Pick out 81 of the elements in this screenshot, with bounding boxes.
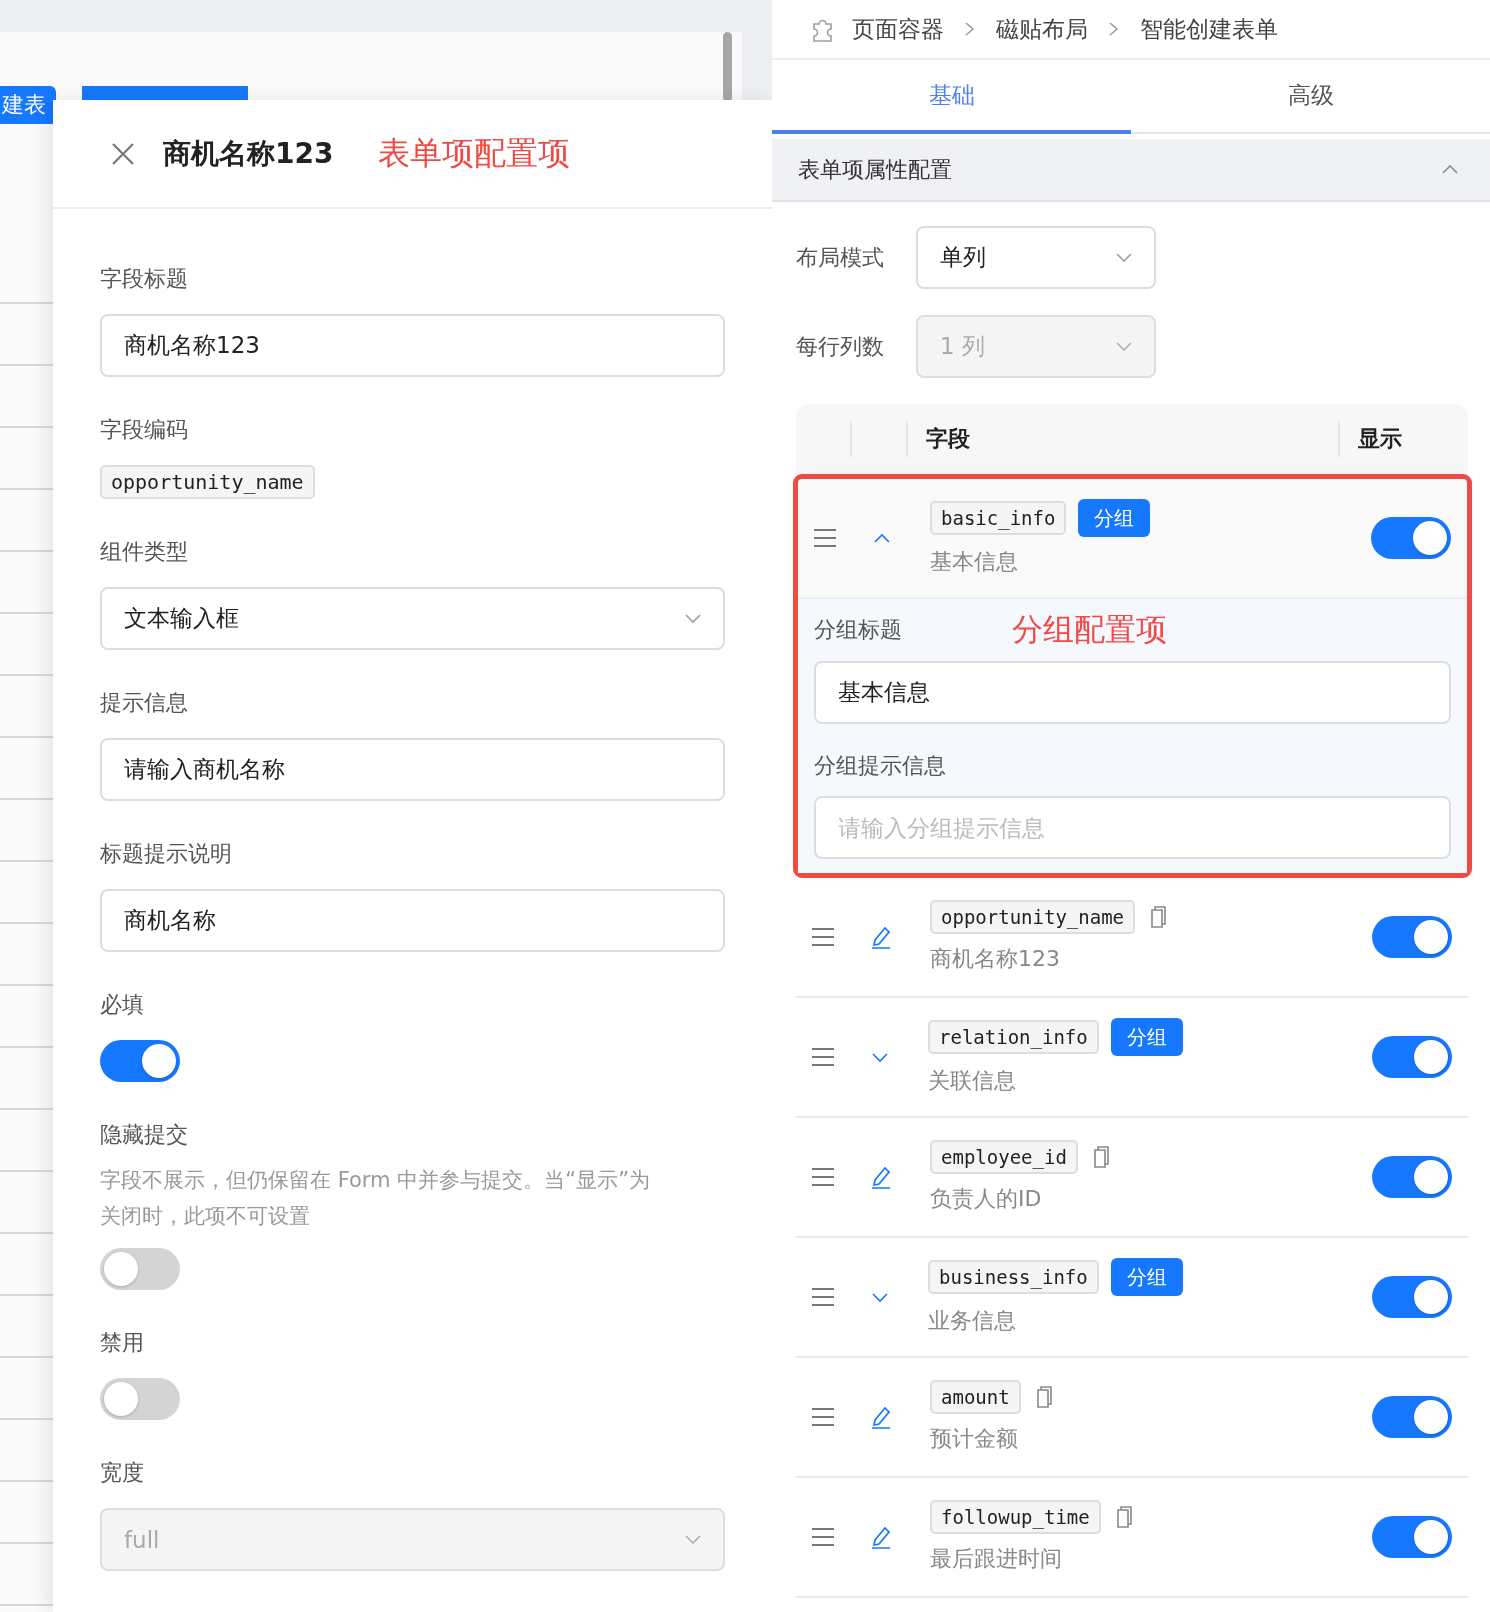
code-tag: employee_id bbox=[930, 1140, 1078, 1174]
drag-handle-icon bbox=[814, 529, 836, 547]
select-field[interactable]: 单列 bbox=[916, 226, 1156, 289]
scrollbar bbox=[723, 32, 732, 102]
group-badge: 分组 bbox=[1110, 1258, 1183, 1296]
field-label: 宽度 bbox=[100, 1459, 144, 1487]
drag-handle-icon bbox=[812, 1168, 834, 1186]
code-tag: relation_info bbox=[928, 1020, 1099, 1054]
select-value: full bbox=[124, 1526, 160, 1553]
field-name: 预计金额 bbox=[930, 1425, 1019, 1453]
breadcrumb-link[interactable]: 磁贴布局 bbox=[996, 13, 1088, 45]
field-name: 商机名称123 bbox=[930, 945, 1061, 973]
drag-handle-icon bbox=[812, 1408, 834, 1426]
code-tag: amount bbox=[930, 1380, 1021, 1414]
annotation-label: 分组配置项 bbox=[1012, 610, 1167, 649]
code-tag: opportunity_name bbox=[930, 900, 1136, 934]
toggle-switch[interactable] bbox=[1372, 1036, 1452, 1078]
field-label: 禁用 bbox=[100, 1329, 144, 1357]
field-label: 组件类型 bbox=[100, 538, 188, 566]
drag-handle-icon bbox=[812, 1288, 834, 1306]
drag-handle-icon bbox=[812, 928, 834, 946]
annotation-label: 表单项配置项 bbox=[378, 132, 571, 174]
field-label: 字段编码 bbox=[100, 416, 188, 444]
input-field[interactable]: 基本信息 bbox=[814, 661, 1451, 724]
column-header: 字段 bbox=[908, 421, 1340, 457]
field-label: 必填 bbox=[100, 991, 144, 1019]
field-name: 最后跟进时间 bbox=[930, 1545, 1063, 1573]
code-tag: business_info bbox=[928, 1260, 1099, 1294]
toggle-switch[interactable] bbox=[100, 1248, 180, 1290]
column-header: 显示 bbox=[1357, 425, 1403, 453]
field-label: 标题提示说明 bbox=[100, 840, 232, 868]
toggle-switch[interactable] bbox=[1372, 1516, 1452, 1558]
input-field[interactable]: 商机名称123 bbox=[100, 314, 725, 377]
field-label: 字段标题 bbox=[100, 265, 188, 293]
toggle-switch[interactable] bbox=[1372, 1396, 1452, 1438]
toggle-switch[interactable] bbox=[1372, 1276, 1452, 1318]
chevron-right-icon bbox=[964, 20, 976, 38]
select-value: 文本输入框 bbox=[124, 604, 239, 633]
close-icon bbox=[111, 141, 135, 166]
tab[interactable]: 高级 bbox=[1131, 60, 1490, 134]
tag: 建表 bbox=[0, 86, 56, 124]
field-label: 每行列数 bbox=[796, 332, 885, 361]
drawer-title: 商机名称123 bbox=[163, 135, 334, 172]
field-label: 隐藏提交 bbox=[100, 1121, 188, 1149]
section-header[interactable]: 表单项属性配置 bbox=[772, 139, 1490, 202]
select-field[interactable]: 文本输入框 bbox=[100, 587, 725, 650]
field-name: 负责人的ID bbox=[930, 1185, 1043, 1213]
toggle-switch[interactable] bbox=[1372, 1156, 1452, 1198]
drag-handle-icon bbox=[812, 1048, 834, 1066]
tab[interactable]: 基础 bbox=[772, 60, 1131, 134]
edit-icon bbox=[870, 1165, 892, 1189]
input-field[interactable]: 请输入分组提示信息 bbox=[814, 796, 1451, 859]
edit-icon bbox=[870, 925, 892, 949]
select-value: 单列 bbox=[940, 243, 986, 272]
group-badge: 分组 bbox=[1110, 1018, 1183, 1056]
field-name: 基本信息 bbox=[930, 548, 1019, 576]
code-tag: followup_time bbox=[930, 1500, 1101, 1534]
field-name: 业务信息 bbox=[928, 1307, 1017, 1335]
section-title: 表单项属性配置 bbox=[798, 155, 952, 184]
edit-icon bbox=[870, 1525, 892, 1549]
field-label: 分组提示信息 bbox=[814, 752, 947, 780]
field-label: 分组标题 bbox=[814, 616, 902, 644]
code-tag: basic_info bbox=[930, 501, 1067, 535]
breadcrumb-link[interactable]: 页面容器 bbox=[852, 13, 944, 45]
group-badge: 分组 bbox=[1078, 499, 1151, 537]
breadcrumb-link[interactable]: 智能创建表单 bbox=[1140, 13, 1278, 45]
drag-handle-icon bbox=[812, 1528, 834, 1546]
chevron-right-icon bbox=[1108, 20, 1120, 38]
code-tag: opportunity_name bbox=[100, 465, 315, 499]
toggle-switch[interactable] bbox=[100, 1040, 180, 1082]
help-text: 字段不展示，但仍保留在 Form 中并参与提交。当“显示”为关闭时，此项不可设置 bbox=[100, 1167, 651, 1230]
select-value: 1 列 bbox=[940, 332, 985, 361]
toggle-switch[interactable] bbox=[1371, 517, 1451, 559]
field-name: 关联信息 bbox=[928, 1067, 1017, 1095]
toggle-switch[interactable] bbox=[100, 1378, 180, 1420]
field-label: 布局模式 bbox=[796, 243, 885, 272]
edit-icon bbox=[870, 1405, 892, 1429]
field-label: 提示信息 bbox=[100, 689, 188, 717]
toggle-switch[interactable] bbox=[1372, 916, 1452, 958]
input-field[interactable]: 商机名称 bbox=[100, 889, 725, 952]
input-field[interactable]: 请输入商机名称 bbox=[100, 738, 725, 801]
